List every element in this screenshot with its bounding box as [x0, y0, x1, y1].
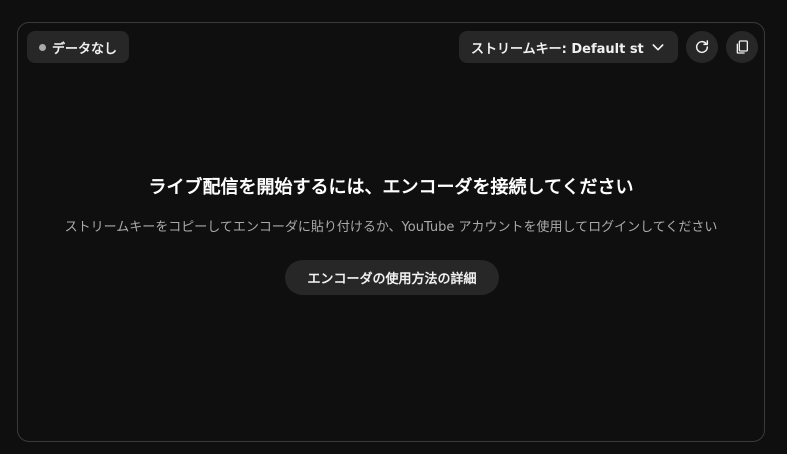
refresh-icon: [695, 40, 709, 54]
copy-button[interactable]: [726, 31, 758, 63]
refresh-button[interactable]: [686, 31, 718, 63]
instructions-text: ストリームキーをコピーしてエンコーダに貼り付けるか、YouTube アカウントを…: [64, 220, 718, 235]
stream-status-badge: データなし: [27, 31, 130, 63]
stream-key-dropdown[interactable]: ストリームキー: Default stream key: [459, 31, 678, 63]
chevron-down-icon: [652, 44, 664, 51]
encoder-panel: データなし ストリームキー: Default stream key ライブ配信を…: [17, 22, 765, 442]
status-dot-icon: [39, 43, 46, 51]
page-title: ライブ配信を開始するには、エンコーダを接続してください: [148, 177, 634, 198]
copy-icon: [736, 40, 748, 54]
stream-key-selected: ストリームキー: Default stream key: [471, 41, 644, 57]
status-label: データなし: [52, 41, 118, 57]
learn-encoder-button[interactable]: エンコーダの使用方法の詳細: [285, 260, 499, 295]
